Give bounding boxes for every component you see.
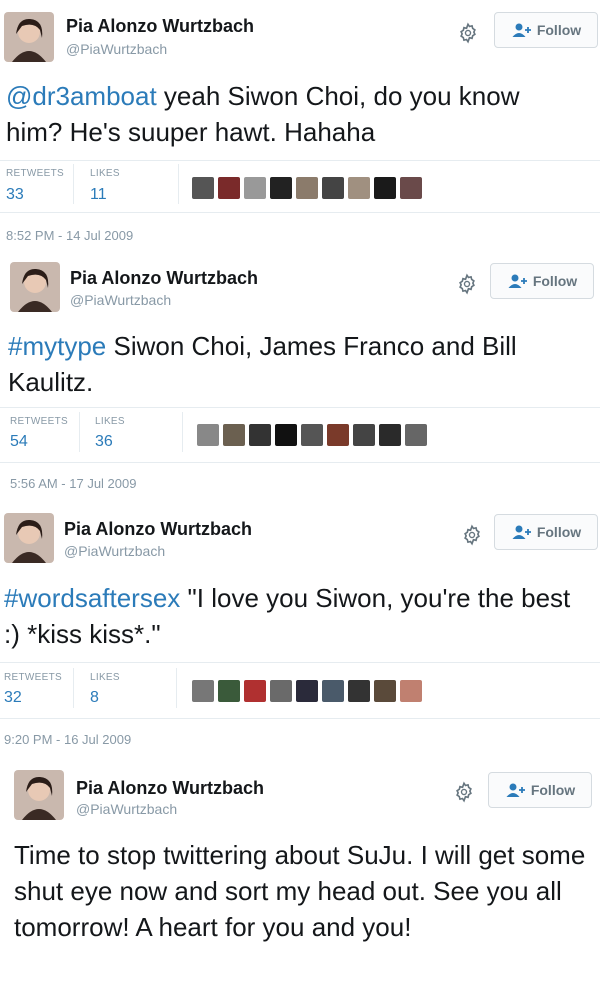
gear-icon[interactable]: [453, 781, 475, 803]
tweet-4: Pia Alonzo Wurtzbach @PiaWurtzbach Follo…: [0, 0, 600, 984]
author-handle[interactable]: @PiaWurtzbach: [76, 801, 177, 817]
author-name[interactable]: Pia Alonzo Wurtzbach: [76, 778, 264, 799]
tweet-text: Time to stop twittering about SuJu. I wi…: [14, 840, 586, 942]
avatar[interactable]: [14, 770, 64, 820]
follow-person-plus-icon: [506, 783, 525, 797]
follow-button[interactable]: Follow: [488, 772, 592, 808]
follow-label: Follow: [530, 782, 576, 798]
